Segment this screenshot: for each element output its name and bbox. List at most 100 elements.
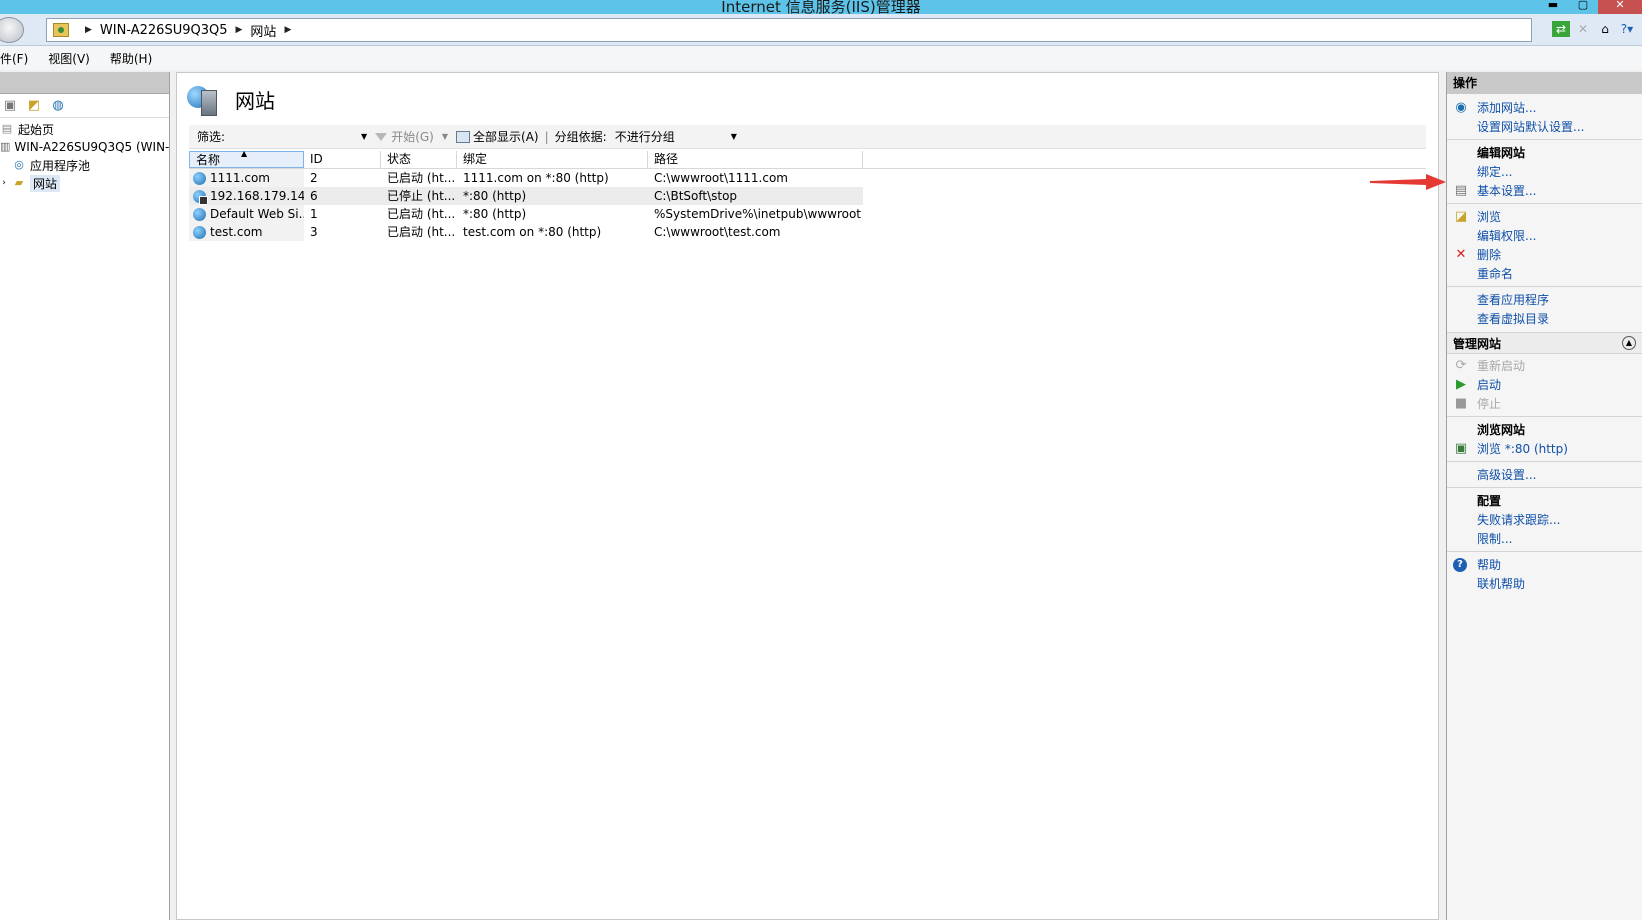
sites-folder-icon: ▰ xyxy=(14,176,24,189)
app-pool-icon: ◎ xyxy=(14,158,24,171)
connections-header xyxy=(0,72,169,94)
address-row: ▶ WIN-A226SU9Q3Q5 ▶ 网站 ▶ ⇄ ✕ ⌂ ?▾ xyxy=(0,14,1642,46)
tree-item-app-pools[interactable]: ◎ 应用程序池 xyxy=(0,156,169,174)
annotation-arrow xyxy=(1370,174,1446,190)
add-site-icon: ◉ xyxy=(1455,99,1467,115)
address-bar[interactable]: ▶ WIN-A226SU9Q3Q5 ▶ 网站 ▶ xyxy=(46,18,1532,42)
browse-icon: ▣ xyxy=(1454,440,1468,456)
start-filter-button[interactable]: 开始(G) xyxy=(375,128,434,145)
config-section: 配置 xyxy=(1477,494,1502,508)
actions-header: 操作 xyxy=(1447,72,1642,94)
expand-icon[interactable]: › xyxy=(0,176,8,190)
maximize-button[interactable]: ▢ xyxy=(1568,0,1598,14)
menu-help[interactable]: 帮助(H) xyxy=(110,50,152,67)
breadcrumb-separator-icon: ▶ xyxy=(85,25,92,35)
stop-action[interactable]: ■ 停止 xyxy=(1447,394,1642,413)
column-binding[interactable]: 绑定 xyxy=(457,151,648,168)
tree-item-server[interactable]: ▥ WIN-A226SU9Q3Q5 (WIN- xyxy=(0,138,169,156)
column-path[interactable]: 路径 xyxy=(648,151,863,168)
online-help-action[interactable]: 联机帮助 xyxy=(1447,574,1642,593)
name-column-background xyxy=(189,169,304,920)
refresh-icon[interactable]: ⇄ xyxy=(1552,21,1570,37)
sort-ascending-icon: ▲ xyxy=(241,149,248,158)
manage-site-header[interactable]: 管理网站 ▲ xyxy=(1447,332,1642,354)
site-started-icon xyxy=(193,171,206,185)
group-by-dropdown-icon[interactable]: ▼ xyxy=(731,132,737,141)
show-all-button[interactable]: 全部显示(A) xyxy=(456,128,539,145)
set-defaults-action[interactable]: 设置网站默认设置... xyxy=(1447,117,1642,136)
help-action[interactable]: ? 帮助 xyxy=(1447,555,1642,574)
group-by-select[interactable]: 不进行分组 xyxy=(615,128,675,145)
help-icon: ? xyxy=(1453,557,1467,572)
collapse-icon[interactable]: ▲ xyxy=(1622,336,1636,350)
explore-action[interactable]: ◪ 浏览 xyxy=(1447,207,1642,226)
filter-dropdown-icon[interactable]: ▼ xyxy=(361,132,367,141)
stop-icon[interactable]: ✕ xyxy=(1574,21,1592,37)
view-apps-action[interactable]: 查看应用程序 xyxy=(1447,290,1642,309)
page-header: 网站 xyxy=(177,73,1438,125)
edit-site-section: 编辑网站 xyxy=(1477,146,1526,160)
site-started-icon xyxy=(193,225,206,239)
breadcrumb-sites[interactable]: 网站 xyxy=(250,21,276,40)
delete-icon: ✕ xyxy=(1455,246,1467,262)
view-vdirs-action[interactable]: 查看虚拟目录 xyxy=(1447,309,1642,328)
column-id[interactable]: ID xyxy=(304,151,381,168)
actions-panel: 操作 ◉ 添加网站... 设置网站默认设置... 编辑网站 绑定... ▤ 基本… xyxy=(1446,72,1642,920)
group-by-label: 分组依据: xyxy=(554,130,607,144)
add-site-action[interactable]: ◉ 添加网站... xyxy=(1447,98,1642,117)
breadcrumb-separator-icon: ▶ xyxy=(235,25,243,35)
show-all-icon xyxy=(456,130,471,143)
start-action[interactable]: ▶ 启动 xyxy=(1447,375,1642,394)
close-button[interactable]: ✕ xyxy=(1598,0,1642,14)
toolbar-divider: | xyxy=(544,129,549,144)
home-icon[interactable]: ⌂ xyxy=(1596,21,1614,37)
help-icon[interactable]: ?▾ xyxy=(1618,21,1636,37)
start-dropdown-icon[interactable]: ▼ xyxy=(442,132,448,141)
breadcrumb-server[interactable]: WIN-A226SU9Q3Q5 xyxy=(100,23,228,38)
save-icon[interactable]: ▣ xyxy=(2,98,18,114)
menu-view[interactable]: 视图(V) xyxy=(48,50,90,67)
tree-item-start-page[interactable]: ▤ 起始页 xyxy=(0,120,169,138)
minimize-button[interactable]: ▬ xyxy=(1538,0,1568,14)
failed-trace-action[interactable]: 失败请求跟踪... xyxy=(1447,510,1642,529)
explore-icon: ◪ xyxy=(1454,208,1468,224)
browse-site-section: 浏览网站 xyxy=(1477,423,1526,437)
page-title: 网站 xyxy=(235,88,275,113)
column-status[interactable]: 状态 xyxy=(381,151,457,168)
rename-action[interactable]: 重命名 xyxy=(1447,264,1642,283)
site-started-icon xyxy=(193,207,206,221)
restart-action[interactable]: ⟳ 重新启动 xyxy=(1447,356,1642,375)
disconnect-icon[interactable]: ◍ xyxy=(50,98,66,114)
browse-http-action[interactable]: ▣ 浏览 *:80 (http) xyxy=(1447,439,1642,458)
table-row[interactable]: 192.168.179.147 6 已停止 (ht... *:80 (http)… xyxy=(189,187,1426,205)
grid-header: 名称 ID 状态 绑定 路径 ▲ xyxy=(189,149,1426,169)
funnel-icon xyxy=(375,132,388,141)
connections-tree: ▤ 起始页 ▥ WIN-A226SU9Q3Q5 (WIN- ◎ 应用程序池 › … xyxy=(0,118,169,192)
table-row[interactable]: Default Web Si... 1 已启动 (ht... *:80 (htt… xyxy=(189,205,1426,223)
sites-grid: 名称 ID 状态 绑定 路径 ▲ 1111.com 2 已启动 (ht... 1… xyxy=(189,149,1426,241)
breadcrumb-separator-icon: ▶ xyxy=(284,25,292,35)
limits-action[interactable]: 限制... xyxy=(1447,529,1642,548)
open-folder-icon[interactable]: ◩ xyxy=(26,98,42,114)
server-icon: ▥ xyxy=(0,140,11,153)
restart-icon: ⟳ xyxy=(1455,357,1467,373)
table-row[interactable]: test.com 3 已启动 (ht... test.com on *:80 (… xyxy=(189,223,1426,241)
delete-action[interactable]: ✕ 删除 xyxy=(1447,245,1642,264)
basic-settings-action[interactable]: ▤ 基本设置... xyxy=(1447,181,1642,200)
edit-permissions-action[interactable]: 编辑权限... xyxy=(1447,226,1642,245)
back-button[interactable] xyxy=(0,17,24,43)
tree-item-sites[interactable]: › ▰ 网站 xyxy=(0,174,169,192)
filter-bar: 筛选: ▼ 开始(G) ▼ 全部显示(A) | 分组依据: 不进行分组 ▼ xyxy=(189,125,1426,149)
connections-toolbar: ▣ ◩ ◍ xyxy=(0,94,169,118)
sites-panel: 网站 筛选: ▼ 开始(G) ▼ 全部显示(A) | 分组依据: 不进行分组 ▼… xyxy=(176,72,1439,920)
menu-bar: 件(F) 视图(V) 帮助(H) xyxy=(0,46,1642,70)
sites-icon xyxy=(187,82,221,116)
advanced-settings-action[interactable]: 高级设置... xyxy=(1447,465,1642,484)
start-page-icon: ▤ xyxy=(1,122,13,135)
start-icon: ▶ xyxy=(1456,376,1466,392)
connections-panel: ▣ ◩ ◍ ▤ 起始页 ▥ WIN-A226SU9Q3Q5 (WIN- ◎ 应用… xyxy=(0,72,170,920)
menu-file[interactable]: 件(F) xyxy=(0,50,28,67)
bindings-action[interactable]: 绑定... xyxy=(1447,162,1642,181)
table-row[interactable]: 1111.com 2 已启动 (ht... 1111.com on *:80 (… xyxy=(189,169,1426,187)
stop-icon: ■ xyxy=(1454,395,1468,411)
